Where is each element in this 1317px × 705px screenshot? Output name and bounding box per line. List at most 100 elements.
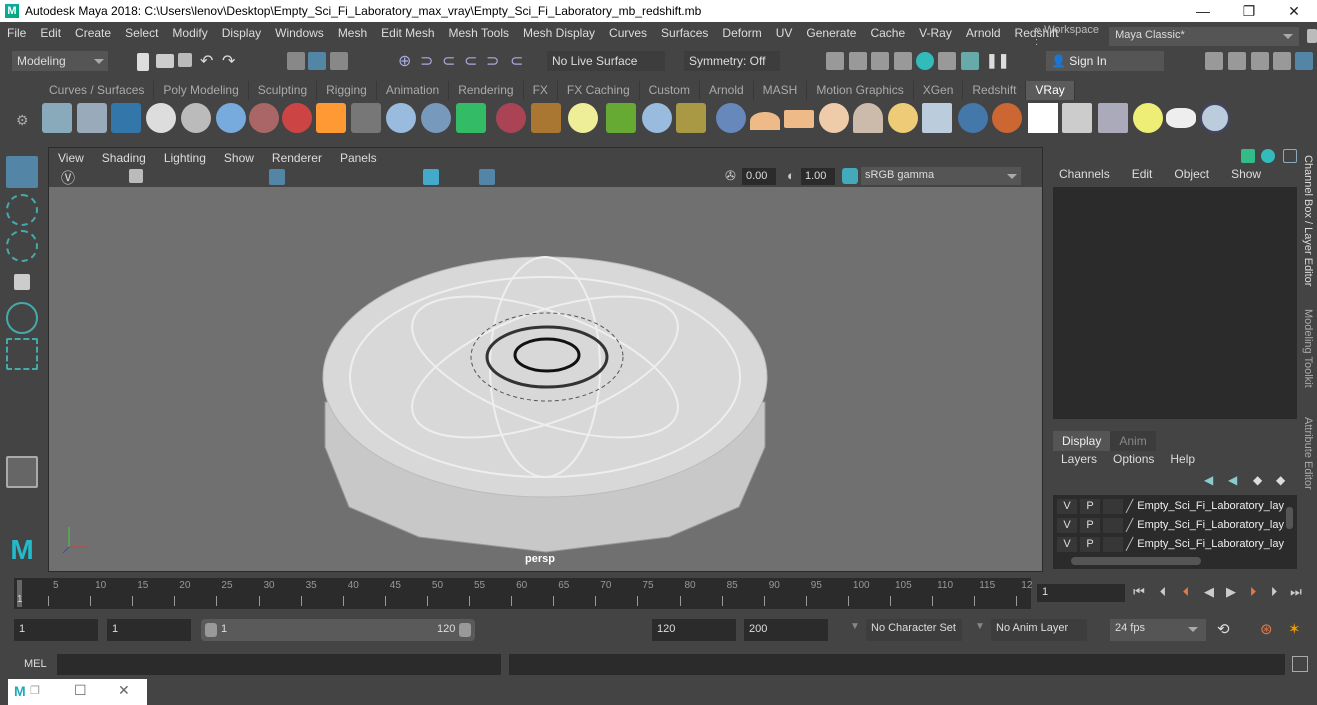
vray-env-fog-icon[interactable] bbox=[496, 103, 526, 133]
layer-name[interactable]: Empty_Sci_Fi_Laboratory_lay bbox=[1137, 538, 1284, 550]
range-end-handle[interactable] bbox=[459, 623, 471, 637]
playback-start-field[interactable]: 1 bbox=[107, 619, 191, 641]
step-back-key-icon[interactable]: ⏴ bbox=[1157, 584, 1169, 599]
snap-curve-icon[interactable]: ⊃ bbox=[420, 51, 433, 71]
color-space-dropdown[interactable]: sRGB gamma bbox=[861, 167, 1021, 185]
go-to-start-icon[interactable]: ⏮ bbox=[1133, 584, 1145, 599]
new-layer-icon[interactable]: ◆ bbox=[1253, 473, 1262, 487]
viewport-canvas[interactable]: persp bbox=[49, 187, 1042, 571]
vray-framebuffer-icon[interactable] bbox=[181, 103, 211, 133]
tab-poly-modeling[interactable]: Poly Modeling bbox=[154, 81, 249, 100]
workspace-dropdown[interactable]: Maya Classic* bbox=[1109, 26, 1299, 46]
snap-surface-icon[interactable]: ⊃ bbox=[486, 51, 499, 71]
tool-settings-small-icon[interactable] bbox=[1283, 149, 1297, 163]
vray-mesh-light-icon[interactable] bbox=[531, 103, 561, 133]
step-back-frame-icon[interactable]: ⏴ bbox=[1180, 584, 1192, 599]
menu-edit[interactable]: Edit bbox=[33, 26, 68, 40]
open-scene-icon[interactable] bbox=[156, 54, 174, 68]
vp-menu-lighting[interactable]: Lighting bbox=[155, 151, 215, 165]
vertical-scrollbar[interactable] bbox=[1286, 507, 1293, 529]
vray-fire-icon[interactable] bbox=[316, 103, 346, 133]
menu-cache[interactable]: Cache bbox=[863, 26, 912, 40]
menu-mesh-display[interactable]: Mesh Display bbox=[516, 26, 602, 40]
vray-sun-icon[interactable] bbox=[888, 103, 918, 133]
animation-prefs-icon[interactable]: ✶ bbox=[1288, 620, 1301, 638]
layer-name[interactable]: Empty_Sci_Fi_Laboratory_lay bbox=[1137, 519, 1284, 531]
tab-modeling-toolkit[interactable]: Modeling Toolkit bbox=[1302, 309, 1314, 388]
tool-settings-icon[interactable] bbox=[1273, 52, 1291, 70]
rotate-tool-icon[interactable] bbox=[6, 302, 38, 334]
channel-box-icon[interactable] bbox=[1241, 149, 1255, 163]
tab-sculpting[interactable]: Sculpting bbox=[249, 81, 318, 100]
tab-channel-box-layer-editor[interactable]: Channel Box / Layer Editor bbox=[1302, 155, 1314, 286]
layer-row[interactable]: V P ╱ Empty_Sci_Fi_Laboratory_lay bbox=[1057, 497, 1284, 515]
smooth-shade-icon[interactable] bbox=[423, 169, 439, 185]
playback-toggle[interactable]: P bbox=[1080, 498, 1100, 514]
grid-toggle-icon[interactable] bbox=[269, 169, 285, 185]
tab-rendering[interactable]: Rendering bbox=[449, 81, 524, 100]
step-forward-frame-icon[interactable]: ⏵ bbox=[1247, 584, 1259, 599]
snap-pivot-icon[interactable]: ⊂ bbox=[510, 51, 523, 71]
color-management-icon[interactable] bbox=[842, 168, 858, 184]
tab-custom[interactable]: Custom bbox=[640, 81, 700, 100]
display-type-toggle[interactable] bbox=[1103, 517, 1123, 533]
paint-select-tool-icon[interactable] bbox=[6, 230, 38, 262]
vp-menu-panels[interactable]: Panels bbox=[331, 151, 386, 165]
human-ik-icon[interactable] bbox=[1228, 52, 1246, 70]
move-layer-up-icon[interactable]: ◀ bbox=[1204, 473, 1213, 487]
range-slider[interactable]: 1 120 bbox=[201, 619, 475, 641]
play-backwards-icon[interactable]: ◀ bbox=[1203, 584, 1215, 599]
camera-icon[interactable] bbox=[129, 169, 143, 183]
mel-label[interactable]: MEL bbox=[24, 658, 47, 670]
loop-icon[interactable]: ⟲ bbox=[1217, 620, 1230, 638]
display-type-toggle[interactable] bbox=[1103, 498, 1123, 514]
vray-rect-light-icon[interactable] bbox=[750, 112, 780, 130]
le-menu-help[interactable]: Help bbox=[1162, 452, 1203, 466]
render-setup-icon[interactable] bbox=[938, 52, 956, 70]
sign-in-dropdown[interactable]: 👤 Sign In bbox=[1046, 51, 1164, 71]
go-to-end-icon[interactable]: ⏭ bbox=[1290, 584, 1302, 599]
visibility-toggle[interactable]: V bbox=[1057, 517, 1077, 533]
vray-logo-icon[interactable] bbox=[146, 103, 176, 133]
move-layer-down-icon[interactable]: ◀ bbox=[1228, 473, 1237, 487]
vray-blend-mtl-icon[interactable] bbox=[282, 103, 312, 133]
cb-menu-edit[interactable]: Edit bbox=[1121, 167, 1164, 181]
le-menu-layers[interactable]: Layers bbox=[1053, 452, 1105, 466]
playback-toggle[interactable]: P bbox=[1080, 536, 1100, 552]
character-set-dropdown[interactable]: No Character Set bbox=[866, 619, 962, 641]
menu-surfaces[interactable]: Surfaces bbox=[654, 26, 715, 40]
select-component-icon[interactable] bbox=[330, 52, 348, 70]
vray-omni-light-icon[interactable] bbox=[819, 103, 849, 133]
vp-menu-renderer[interactable]: Renderer bbox=[263, 151, 331, 165]
menu-windows[interactable]: Windows bbox=[268, 26, 331, 40]
light-editor-icon[interactable] bbox=[961, 52, 979, 70]
render-frame-icon[interactable] bbox=[849, 52, 867, 70]
playback-end-field[interactable]: 120 bbox=[652, 619, 736, 641]
mel-command-input[interactable] bbox=[57, 654, 501, 675]
menu-display[interactable]: Display bbox=[215, 26, 268, 40]
menu-modify[interactable]: Modify bbox=[165, 26, 214, 40]
channel-box-toggle-icon[interactable] bbox=[1295, 52, 1313, 70]
tab-xgen[interactable]: XGen bbox=[914, 81, 964, 100]
select-tool-icon[interactable] bbox=[6, 156, 38, 188]
cb-menu-object[interactable]: Object bbox=[1163, 167, 1220, 181]
vray-vfb-icon[interactable] bbox=[1062, 103, 1092, 133]
horizontal-scrollbar[interactable] bbox=[1071, 557, 1201, 565]
lock-icon[interactable] bbox=[1307, 29, 1317, 43]
vray-sky-icon[interactable] bbox=[456, 103, 486, 133]
help-icon[interactable] bbox=[1200, 103, 1230, 133]
vp-menu-show[interactable]: Show bbox=[215, 151, 263, 165]
menu-mesh-tools[interactable]: Mesh Tools bbox=[442, 26, 516, 40]
pause-icon[interactable]: ❚❚ bbox=[986, 52, 1009, 69]
layer-row[interactable]: V P ╱ Empty_Sci_Fi_Laboratory_lay bbox=[1057, 535, 1284, 553]
ipr-render-icon[interactable] bbox=[871, 52, 889, 70]
vray-dome-light-icon[interactable] bbox=[568, 103, 598, 133]
vray-multi-mtl-icon[interactable] bbox=[992, 103, 1022, 133]
current-frame-field[interactable]: 1 bbox=[1037, 584, 1125, 602]
auto-key-icon[interactable]: ⊛ bbox=[1260, 620, 1273, 638]
vray-checker-icon[interactable] bbox=[1028, 103, 1058, 133]
attribute-editor-toggle-icon[interactable] bbox=[1251, 52, 1269, 70]
vray-camera-icon[interactable] bbox=[249, 103, 279, 133]
vray-proxy-icon[interactable] bbox=[77, 103, 107, 133]
step-forward-key-icon[interactable]: ⏵ bbox=[1268, 584, 1280, 599]
